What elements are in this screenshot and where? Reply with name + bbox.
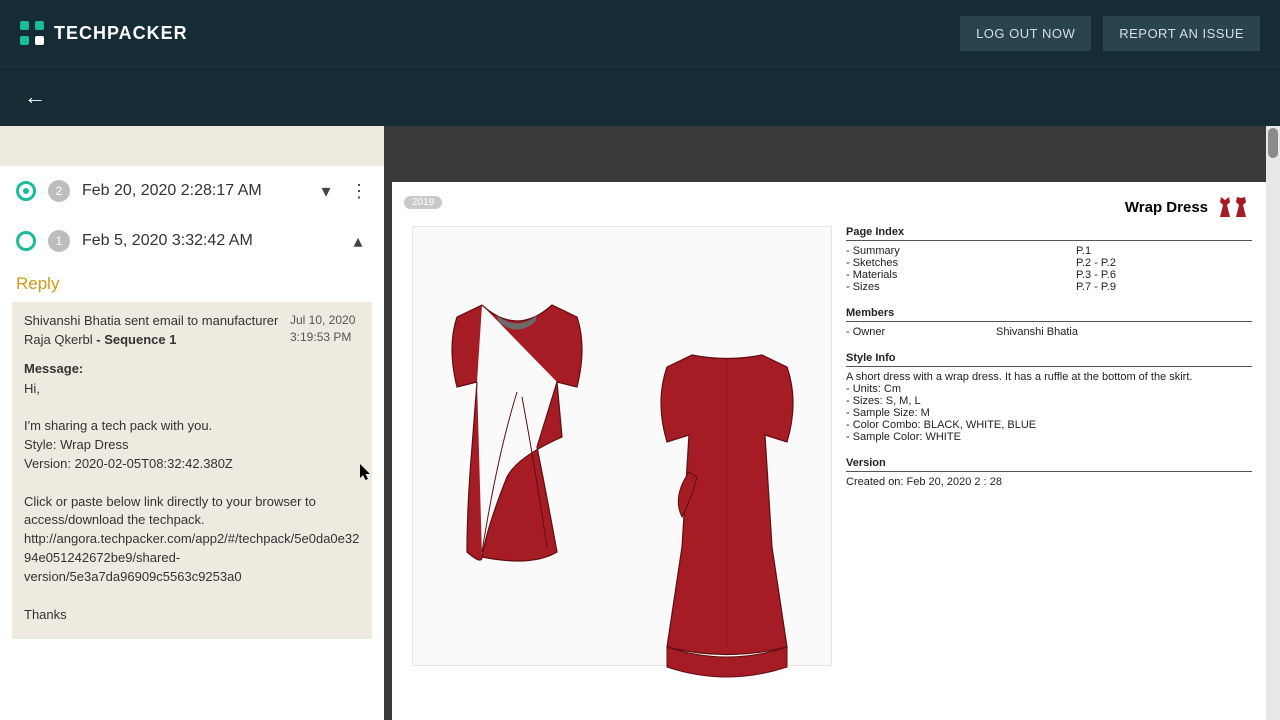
radio-selected-icon[interactable]	[16, 181, 36, 201]
versions-sidebar: 2 Feb 20, 2020 2:28:17 AM ▾ ⋮ 1 Feb 5, 2…	[0, 126, 384, 720]
members-section: Members - OwnerShivanshi Bhatia	[846, 307, 1252, 338]
chevron-down-icon[interactable]: ▾	[316, 181, 336, 202]
message-timestamp: Jul 10, 2020 3:19:53 PM	[290, 312, 360, 350]
sidebar-header-spacer	[0, 126, 384, 166]
brand-name: TECHPACKER	[54, 23, 188, 44]
message-label: Message:	[24, 360, 360, 379]
version-count-badge: 2	[48, 180, 70, 202]
mouse-cursor-icon	[359, 464, 373, 482]
sketch-panel	[412, 226, 832, 666]
scrollbar-thumb[interactable]	[1268, 128, 1278, 158]
document-preview-area: 2019 Wrap Dress	[384, 126, 1280, 720]
section-heading: Members	[846, 307, 1252, 322]
version-row[interactable]: 2 Feb 20, 2020 2:28:17 AM ▾ ⋮	[0, 166, 384, 216]
index-row: - MaterialsP.3 - P.6	[846, 269, 1252, 281]
techpack-sheet: 2019 Wrap Dress	[392, 182, 1272, 720]
style-description: A short dress with a wrap dress. It has …	[846, 371, 1252, 383]
style-line: - Sample Color: WHITE	[846, 431, 1252, 443]
index-row: - SizesP.7 - P.9	[846, 281, 1252, 293]
report-issue-button[interactable]: REPORT AN ISSUE	[1103, 16, 1260, 51]
dress-back-sketch-icon	[637, 307, 817, 720]
style-line: - Units: Cm	[846, 383, 1252, 395]
section-heading: Version	[846, 457, 1252, 472]
dress-front-sketch-icon	[427, 247, 607, 647]
version-date: Feb 5, 2020 3:32:42 AM	[82, 232, 336, 250]
version-row[interactable]: 1 Feb 5, 2020 3:32:42 AM ▴	[0, 216, 384, 266]
index-row: - SummaryP.1	[846, 245, 1252, 257]
year-badge: 2019	[404, 196, 442, 209]
member-row: - OwnerShivanshi Bhatia	[846, 326, 1252, 338]
radio-unselected-icon[interactable]	[16, 231, 36, 251]
style-info-section: Style Info A short dress with a wrap dre…	[846, 352, 1252, 443]
message-body: Hi, I'm sharing a tech pack with you. St…	[24, 380, 360, 625]
logout-button[interactable]: LOG OUT NOW	[960, 16, 1091, 51]
style-thumbnails	[1218, 196, 1248, 218]
brand-logo[interactable]: TECHPACKER	[20, 21, 188, 45]
chevron-up-icon[interactable]: ▴	[348, 231, 368, 252]
style-line: - Sample Size: M	[846, 407, 1252, 419]
message-card: Shivanshi Bhatia sent email to manufactu…	[12, 302, 372, 639]
index-row: - SketchesP.2 - P.2	[846, 257, 1252, 269]
more-menu-icon[interactable]: ⋮	[348, 181, 368, 202]
version-count-badge: 1	[48, 230, 70, 252]
page-title: Wrap Dress	[1125, 199, 1208, 216]
style-line: - Color Combo: BLACK, WHITE, BLUE	[846, 419, 1252, 431]
section-heading: Style Info	[846, 352, 1252, 367]
version-section: Version Created on: Feb 20, 2020 2 : 28	[846, 457, 1252, 488]
scrollbar-track[interactable]	[1266, 126, 1280, 720]
message-from: Shivanshi Bhatia sent email to manufactu…	[24, 312, 280, 350]
section-heading: Page Index	[846, 226, 1252, 241]
logo-icon	[20, 21, 44, 45]
version-date: Feb 20, 2020 2:28:17 AM	[82, 182, 304, 200]
style-line: - Sizes: S, M, L	[846, 395, 1252, 407]
back-arrow-icon[interactable]: ←	[24, 84, 46, 110]
dress-thumbnail-icon	[1218, 196, 1232, 218]
page-index-section: Page Index - SummaryP.1 - SketchesP.2 - …	[846, 226, 1252, 293]
dress-thumbnail-icon	[1234, 196, 1248, 218]
version-created: Created on: Feb 20, 2020 2 : 28	[846, 476, 1252, 488]
reply-link[interactable]: Reply	[0, 266, 384, 298]
